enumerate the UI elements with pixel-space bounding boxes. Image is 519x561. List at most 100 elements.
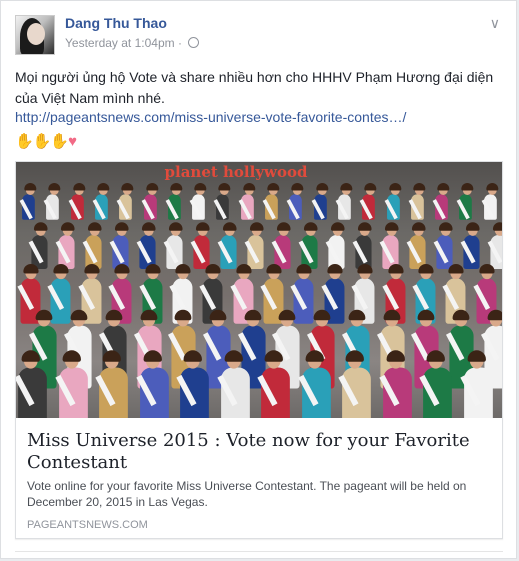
action-divider [15, 551, 503, 552]
preview-text[interactable]: Miss Universe 2015 : Vote now for your F… [16, 418, 502, 538]
contestant-sash [384, 199, 398, 220]
contestant-sash [136, 240, 152, 264]
contestant-sash [445, 332, 465, 361]
contestant-figure [54, 350, 88, 418]
contestant-sash [189, 199, 203, 220]
contestant-figure [487, 222, 502, 269]
contestant-sash [442, 284, 460, 311]
contestant-sash [351, 284, 369, 311]
contestant-sash [54, 374, 76, 407]
contestant-figure [213, 183, 231, 220]
contestant-figure [141, 183, 158, 220]
post-body: Mọi người ủng hộ Vote và share nhiều hơn… [15, 69, 494, 106]
contestant-sash [55, 240, 71, 264]
contestant-sash [19, 199, 33, 220]
photo-sign: planet hollywood [164, 163, 308, 181]
post-link[interactable]: http://pageantsnews.com/miss-universe-vo… [15, 109, 406, 125]
contestant-figure [190, 222, 209, 269]
globe-icon[interactable] [188, 37, 200, 48]
preview-title[interactable]: Miss Universe 2015 : Vote now for your F… [27, 430, 491, 474]
contestant-figure [338, 350, 372, 418]
contestant-figure [359, 183, 377, 220]
contestant-sash [297, 374, 319, 407]
contestant-figure [135, 350, 169, 418]
contestant-sash [459, 374, 481, 407]
contestant-sash [257, 374, 278, 407]
contestant-sash [68, 199, 82, 220]
contestant-figure [43, 183, 61, 220]
contestant-sash [16, 374, 35, 407]
contestant-sash [163, 240, 179, 264]
preview-image[interactable]: planet hollywood [16, 162, 502, 418]
contestant-sash [116, 199, 130, 220]
contestant-sash [290, 284, 308, 311]
contestant-sash [92, 199, 106, 220]
contestant-figure [456, 183, 474, 220]
contestant-sash [433, 240, 449, 264]
clapping-hands-icon: ✋ [15, 133, 34, 150]
contestant-sash [379, 240, 395, 264]
contestant-figure [47, 263, 71, 324]
contestant-figure [165, 183, 182, 220]
contestant-figure [257, 350, 291, 418]
contestant-sash [109, 240, 125, 264]
contestant-sash [230, 284, 247, 311]
contestant-sash [216, 374, 238, 407]
contestant-sash [260, 284, 278, 311]
contestant-sash [378, 374, 400, 407]
contestant-sash [311, 199, 325, 220]
contestant-sash [481, 199, 495, 220]
contestant-figure [238, 183, 255, 220]
author-name[interactable]: Dang Thu Thao [65, 15, 167, 31]
contestant-figure [378, 350, 412, 418]
clapping-hands-icon: ✋ [50, 133, 69, 150]
contestant-sash [359, 199, 373, 220]
contestant-figure [408, 183, 425, 220]
contestant-sash [335, 199, 349, 220]
contestant-sash [321, 284, 338, 311]
contestant-figure [176, 350, 210, 418]
contestant-figure [481, 183, 498, 220]
contestant-sash [169, 284, 186, 311]
contestant-sash [262, 199, 276, 220]
contestant-sash [135, 374, 157, 407]
contestant-sash [271, 240, 287, 264]
contestant-sash [238, 199, 252, 220]
heart-icon: ♥ [68, 133, 77, 150]
contestant-sash [338, 374, 359, 407]
contestant-figure [92, 183, 109, 220]
contestant-figure [286, 183, 304, 220]
contestant-figure [116, 183, 134, 220]
contestant-sash [95, 374, 116, 407]
preview-description: Vote online for your favorite Miss Unive… [27, 479, 467, 509]
contestant-sash [141, 199, 155, 220]
contestant-figure [460, 222, 479, 269]
contestant-sash [298, 240, 314, 264]
contestant-sash [487, 240, 502, 264]
contestant-figure [19, 183, 36, 220]
contestant-figure [335, 183, 352, 220]
contestant-figure [217, 222, 236, 269]
post-timestamp[interactable]: Yesterday at 1:04pm [65, 36, 175, 50]
contestant-figure [433, 222, 452, 269]
link-preview-card[interactable]: planet hollywood Miss Universe 2015 : Vo… [15, 161, 503, 539]
contestant-sash [352, 240, 368, 264]
contestant-figure [384, 183, 401, 220]
contestant-figure [216, 350, 250, 418]
contestant-sash [43, 199, 58, 220]
author-avatar[interactable] [15, 15, 55, 55]
contestant-sash [473, 284, 490, 311]
contestant-figure [16, 350, 48, 418]
contestant-sash [199, 284, 217, 311]
contestant-sash [244, 240, 260, 264]
contestant-sash [82, 240, 98, 264]
contestant-figure [432, 183, 449, 220]
contestant-sash [412, 284, 429, 311]
contestant-sash [286, 199, 301, 220]
contestant-sash [419, 374, 440, 407]
contestant-sash [456, 199, 471, 220]
contestant-figure [290, 263, 314, 324]
contestant-sash [17, 284, 35, 311]
contestant-sash [325, 240, 341, 264]
chevron-down-icon[interactable]: ∨ [490, 15, 500, 32]
